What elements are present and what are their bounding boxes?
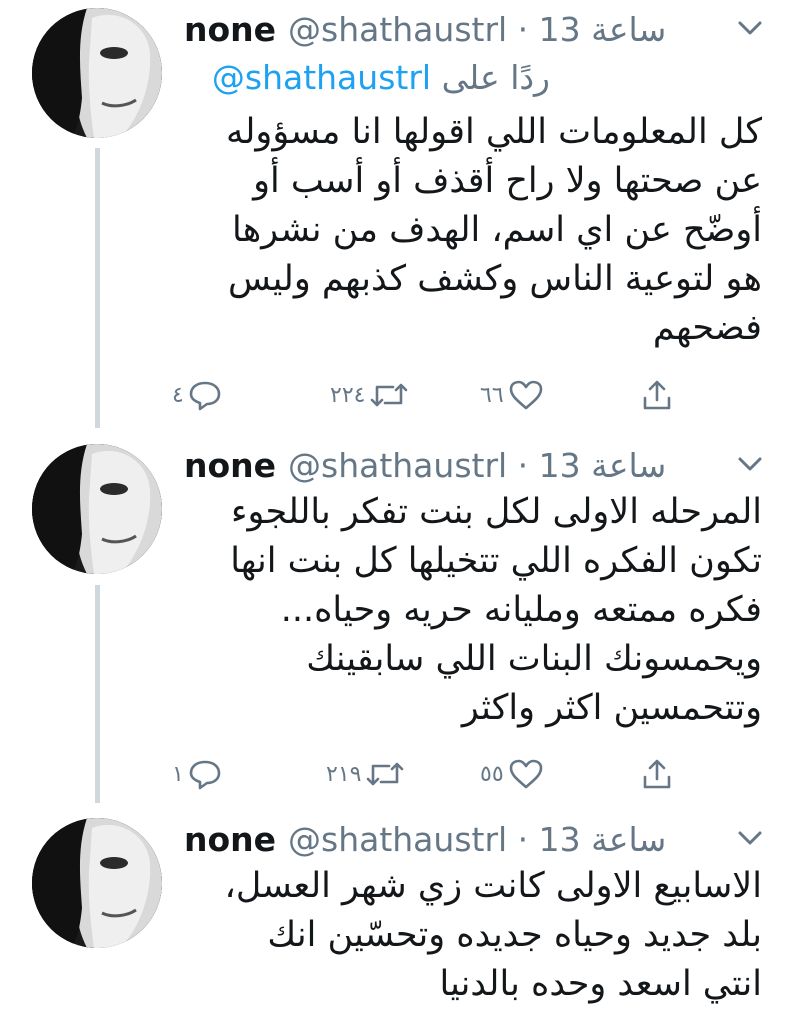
share-button[interactable] bbox=[640, 375, 674, 415]
chevron-down-icon[interactable] bbox=[735, 16, 765, 40]
avatar[interactable] bbox=[32, 818, 162, 948]
retweet-icon bbox=[367, 762, 404, 786]
chevron-down-icon[interactable] bbox=[735, 452, 765, 476]
tweet[interactable]: none @shathaustrl · 13 ساعة الاسابيع الا… bbox=[0, 818, 792, 1024]
handle-and-time[interactable]: @shathaustrl · 13 ساعة bbox=[288, 10, 666, 49]
heart-icon bbox=[509, 380, 542, 410]
reply-button[interactable]: ٤ bbox=[172, 375, 222, 415]
avatar[interactable] bbox=[32, 8, 162, 138]
retweet-button[interactable]: ٢١٩ bbox=[326, 754, 405, 794]
retweet-button[interactable]: ٢٢٤ bbox=[330, 375, 409, 415]
retweet-count: ٢٢٤ bbox=[330, 382, 366, 408]
tweet[interactable]: none @shathaustrl · 13 ساعة المرحله الاو… bbox=[0, 444, 792, 804]
tweet-text: كل المعلومات اللي اقولها انا مسؤوله عن ص… bbox=[226, 112, 762, 348]
retweet-count: ٢١٩ bbox=[326, 761, 362, 787]
share-icon bbox=[643, 380, 671, 410]
reply-count: ١ bbox=[172, 761, 184, 787]
reply-button[interactable]: ١ bbox=[172, 754, 222, 794]
tweet-actions: ٤ ٢٢٤ ٦٦ bbox=[0, 375, 792, 415]
tweet[interactable]: none @shathaustrl · 13 ساعة ردًا على @sh… bbox=[0, 8, 792, 428]
heart-icon bbox=[509, 759, 542, 789]
tweet-text: المرحله الاولى لكل بنت تفكر باللجوء تكون… bbox=[230, 492, 762, 728]
handle-and-time[interactable]: @shathaustrl · 13 ساعة bbox=[288, 820, 666, 859]
display-name[interactable]: none bbox=[184, 10, 276, 49]
replying-to-label: ردًا على bbox=[441, 58, 550, 97]
like-button[interactable]: ٥٥ bbox=[480, 754, 544, 794]
replying-to: ردًا على @shathaustrl bbox=[212, 58, 550, 97]
share-icon bbox=[643, 759, 671, 789]
chevron-down-icon[interactable] bbox=[735, 826, 765, 850]
reply-count: ٤ bbox=[172, 382, 184, 408]
retweet-icon bbox=[371, 383, 408, 407]
reply-icon bbox=[189, 760, 221, 790]
like-count: ٦٦ bbox=[480, 382, 504, 408]
like-button[interactable]: ٦٦ bbox=[480, 375, 544, 415]
reply-icon bbox=[189, 381, 221, 411]
display-name[interactable]: none bbox=[184, 446, 276, 485]
tweet-actions: ١ ٢١٩ ٥٥ bbox=[0, 754, 792, 794]
handle-and-time[interactable]: @shathaustrl · 13 ساعة bbox=[288, 446, 666, 485]
tweet-text: الاسابيع الاولى كانت زي شهر العسل، بلد ج… bbox=[224, 866, 762, 1004]
like-count: ٥٥ bbox=[480, 761, 504, 787]
share-button[interactable] bbox=[640, 754, 674, 794]
reply-mention-link[interactable]: @shathaustrl bbox=[212, 58, 431, 97]
avatar[interactable] bbox=[32, 444, 162, 574]
display-name[interactable]: none bbox=[184, 820, 276, 859]
